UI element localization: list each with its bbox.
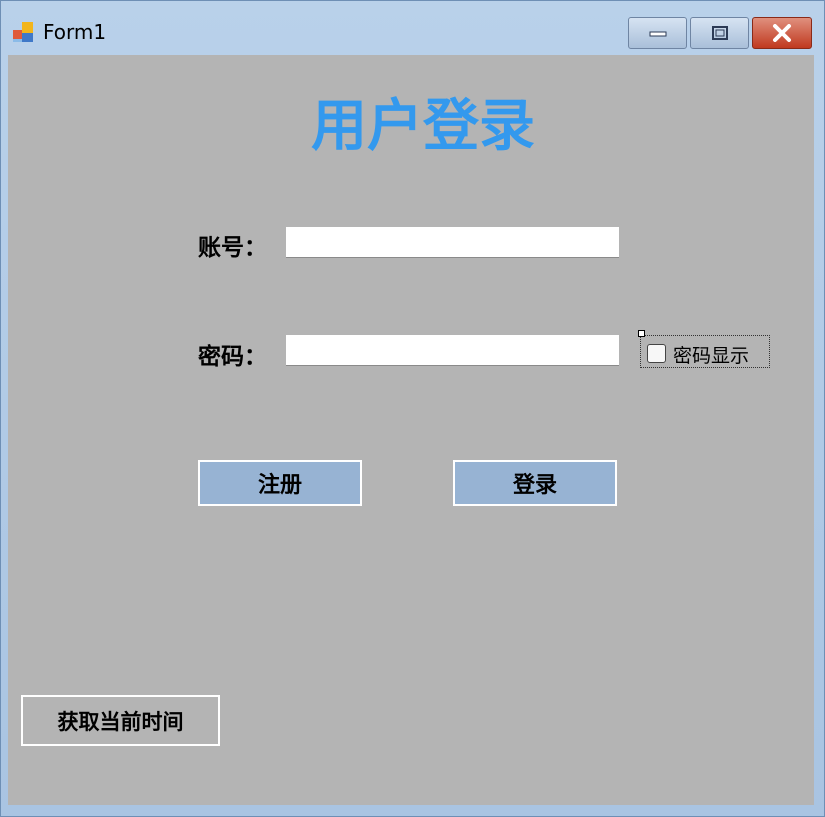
selection-handle xyxy=(638,330,645,337)
app-window: Form1 用户登录 账号： 密码： 密码显示 注册 登录 获取当前时间 xyxy=(0,0,825,817)
minimize-icon xyxy=(649,31,666,37)
checkbox-box[interactable] xyxy=(647,344,666,363)
password-input[interactable] xyxy=(286,335,619,366)
minimize-button[interactable] xyxy=(628,17,687,49)
window-title: Form1 xyxy=(43,20,107,44)
register-button[interactable]: 注册 xyxy=(198,460,362,506)
title-bar[interactable]: Form1 xyxy=(1,1,824,55)
maximize-button[interactable] xyxy=(690,17,749,49)
account-label: 账号： xyxy=(198,235,267,261)
show-password-label: 密码显示 xyxy=(673,345,750,367)
app-icon xyxy=(13,22,33,42)
account-input[interactable] xyxy=(286,227,619,258)
maximize-icon xyxy=(711,26,728,40)
page-title: 用户登录 xyxy=(311,94,535,159)
close-icon xyxy=(773,24,791,42)
form-client-area: 用户登录 账号： 密码： 密码显示 注册 登录 获取当前时间 xyxy=(8,55,814,805)
get-current-time-button[interactable]: 获取当前时间 xyxy=(21,695,220,746)
login-button[interactable]: 登录 xyxy=(453,460,617,506)
password-label: 密码： xyxy=(198,344,267,370)
show-password-checkbox[interactable]: 密码显示 xyxy=(638,330,770,368)
close-button[interactable] xyxy=(752,17,812,49)
